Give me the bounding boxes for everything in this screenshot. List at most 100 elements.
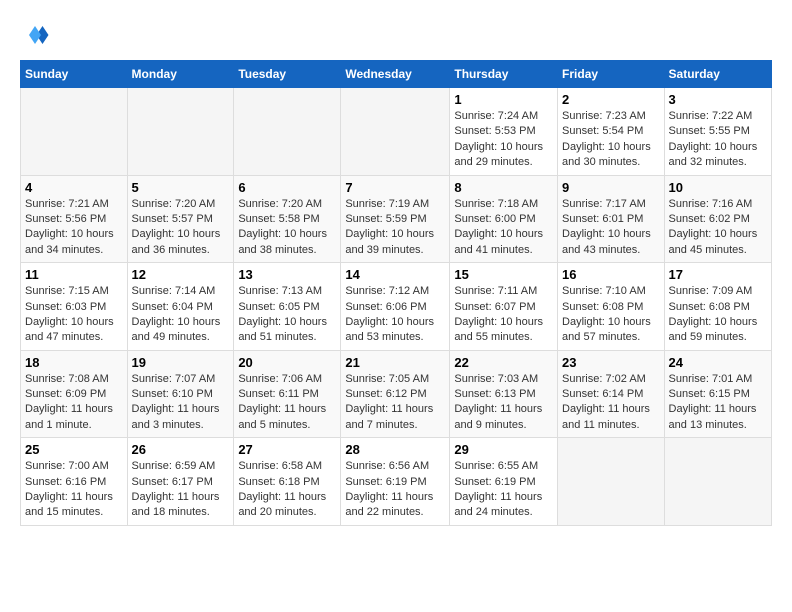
day-number: 5 <box>132 180 230 195</box>
day-cell: 23 Sunrise: 7:02 AMSunset: 6:14 PMDayligh… <box>558 350 665 438</box>
logo-icon <box>20 20 50 50</box>
day-info: Sunrise: 6:59 AMSunset: 6:17 PMDaylight:… <box>132 459 230 521</box>
day-number: 27 <box>238 442 336 457</box>
day-cell <box>234 88 341 176</box>
day-number: 6 <box>238 180 336 195</box>
day-cell <box>558 438 665 526</box>
week-row-4: 18 Sunrise: 7:08 AMSunset: 6:09 PMDayligh… <box>21 350 772 438</box>
column-header-thursday: Thursday <box>450 61 558 88</box>
week-row-2: 4 Sunrise: 7:21 AMSunset: 5:56 PMDaylight… <box>21 175 772 263</box>
day-number: 19 <box>132 355 230 370</box>
day-number: 25 <box>25 442 123 457</box>
day-info: Sunrise: 7:05 AMSunset: 6:12 PMDaylight:… <box>345 372 445 434</box>
day-cell: 20Sunrise: 7:06 AMSunset: 6:11 PMDayligh… <box>234 350 341 438</box>
day-info: Sunrise: 7:23 AMSunset: 5:54 PMDaylight:… <box>562 109 660 171</box>
day-cell: 25 Sunrise: 7:00 AMSunset: 6:16 PMDayligh… <box>21 438 128 526</box>
day-info: Sunrise: 7:19 AMSunset: 5:59 PMDaylight:… <box>345 197 445 259</box>
column-header-monday: Monday <box>127 61 234 88</box>
day-number: 17 <box>669 267 767 282</box>
day-info: Sunrise: 7:21 AMSunset: 5:56 PMDaylight:… <box>25 197 123 259</box>
day-info: Sunrise: 7:14 AMSunset: 6:04 PMDaylight:… <box>132 284 230 346</box>
day-info: Sunrise: 6:56 AMSunset: 6:19 PMDaylight:… <box>345 459 445 521</box>
day-cell: 18 Sunrise: 7:08 AMSunset: 6:09 PMDayligh… <box>21 350 128 438</box>
day-number: 16 <box>562 267 660 282</box>
calendar-table: SundayMondayTuesdayWednesdayThursdayFrid… <box>20 60 772 526</box>
calendar-header-row: SundayMondayTuesdayWednesdayThursdayFrid… <box>21 61 772 88</box>
day-number: 11 <box>25 267 123 282</box>
day-number: 9 <box>562 180 660 195</box>
day-info: Sunrise: 7:00 AMSunset: 6:16 PMDaylight:… <box>25 459 123 521</box>
day-number: 14 <box>345 267 445 282</box>
day-cell: 13 Sunrise: 7:13 AMSunset: 6:05 PMDayligh… <box>234 263 341 351</box>
day-cell: 21 Sunrise: 7:05 AMSunset: 6:12 PMDayligh… <box>341 350 450 438</box>
day-cell: 6 Sunrise: 7:20 AMSunset: 5:58 PMDaylight… <box>234 175 341 263</box>
day-cell: 12 Sunrise: 7:14 AMSunset: 6:04 PMDayligh… <box>127 263 234 351</box>
day-info: Sunrise: 7:15 AMSunset: 6:03 PMDaylight:… <box>25 284 123 346</box>
week-row-3: 11 Sunrise: 7:15 AMSunset: 6:03 PMDayligh… <box>21 263 772 351</box>
day-cell: 17 Sunrise: 7:09 AMSunset: 6:08 PMDayligh… <box>664 263 771 351</box>
day-info: Sunrise: 7:03 AMSunset: 6:13 PMDaylight:… <box>454 372 553 434</box>
day-number: 4 <box>25 180 123 195</box>
day-cell: 9 Sunrise: 7:17 AMSunset: 6:01 PMDaylight… <box>558 175 665 263</box>
day-number: 29 <box>454 442 553 457</box>
day-cell: 1 Sunrise: 7:24 AMSunset: 5:53 PMDaylight… <box>450 88 558 176</box>
day-info: Sunrise: 7:24 AMSunset: 5:53 PMDaylight:… <box>454 109 553 171</box>
week-row-5: 25 Sunrise: 7:00 AMSunset: 6:16 PMDayligh… <box>21 438 772 526</box>
day-cell: 28 Sunrise: 6:56 AMSunset: 6:19 PMDayligh… <box>341 438 450 526</box>
day-info: Sunrise: 6:58 AMSunset: 6:18 PMDaylight:… <box>238 459 336 521</box>
day-cell: 26 Sunrise: 6:59 AMSunset: 6:17 PMDayligh… <box>127 438 234 526</box>
column-header-tuesday: Tuesday <box>234 61 341 88</box>
week-row-1: 1 Sunrise: 7:24 AMSunset: 5:53 PMDaylight… <box>21 88 772 176</box>
day-number: 23 <box>562 355 660 370</box>
day-info: Sunrise: 7:07 AMSunset: 6:10 PMDaylight:… <box>132 372 230 434</box>
day-number: 21 <box>345 355 445 370</box>
day-cell <box>341 88 450 176</box>
day-info: Sunrise: 6:55 AMSunset: 6:19 PMDaylight:… <box>454 459 553 521</box>
day-cell <box>127 88 234 176</box>
day-info: Sunrise: 7:06 AMSunset: 6:11 PMDaylight:… <box>238 372 336 434</box>
day-cell: 22 Sunrise: 7:03 AMSunset: 6:13 PMDayligh… <box>450 350 558 438</box>
day-cell: 5 Sunrise: 7:20 AMSunset: 5:57 PMDaylight… <box>127 175 234 263</box>
day-info: Sunrise: 7:20 AMSunset: 5:57 PMDaylight:… <box>132 197 230 259</box>
day-info: Sunrise: 7:10 AMSunset: 6:08 PMDaylight:… <box>562 284 660 346</box>
day-info: Sunrise: 7:17 AMSunset: 6:01 PMDaylight:… <box>562 197 660 259</box>
day-number: 7 <box>345 180 445 195</box>
day-info: Sunrise: 7:16 AMSunset: 6:02 PMDaylight:… <box>669 197 767 259</box>
day-info: Sunrise: 7:08 AMSunset: 6:09 PMDaylight:… <box>25 372 123 434</box>
day-number: 13 <box>238 267 336 282</box>
day-number: 18 <box>25 355 123 370</box>
day-info: Sunrise: 7:18 AMSunset: 6:00 PMDaylight:… <box>454 197 553 259</box>
day-number: 1 <box>454 92 553 107</box>
header <box>20 20 772 50</box>
day-number: 8 <box>454 180 553 195</box>
day-number: 12 <box>132 267 230 282</box>
day-cell: 7 Sunrise: 7:19 AMSunset: 5:59 PMDaylight… <box>341 175 450 263</box>
day-cell: 27 Sunrise: 6:58 AMSunset: 6:18 PMDayligh… <box>234 438 341 526</box>
day-info: Sunrise: 7:12 AMSunset: 6:06 PMDaylight:… <box>345 284 445 346</box>
day-cell: 11 Sunrise: 7:15 AMSunset: 6:03 PMDayligh… <box>21 263 128 351</box>
day-number: 26 <box>132 442 230 457</box>
day-number: 2 <box>562 92 660 107</box>
day-info: Sunrise: 7:22 AMSunset: 5:55 PMDaylight:… <box>669 109 767 171</box>
day-info: Sunrise: 7:13 AMSunset: 6:05 PMDaylight:… <box>238 284 336 346</box>
day-number: 10 <box>669 180 767 195</box>
logo <box>20 20 54 50</box>
day-info: Sunrise: 7:11 AMSunset: 6:07 PMDaylight:… <box>454 284 553 346</box>
day-number: 15 <box>454 267 553 282</box>
day-cell: 4 Sunrise: 7:21 AMSunset: 5:56 PMDaylight… <box>21 175 128 263</box>
day-info: Sunrise: 7:09 AMSunset: 6:08 PMDaylight:… <box>669 284 767 346</box>
day-number: 28 <box>345 442 445 457</box>
day-number: 24 <box>669 355 767 370</box>
day-info: Sunrise: 7:20 AMSunset: 5:58 PMDaylight:… <box>238 197 336 259</box>
day-number: 22 <box>454 355 553 370</box>
day-cell <box>21 88 128 176</box>
column-header-saturday: Saturday <box>664 61 771 88</box>
day-cell: 8 Sunrise: 7:18 AMSunset: 6:00 PMDaylight… <box>450 175 558 263</box>
day-info: Sunrise: 7:01 AMSunset: 6:15 PMDaylight:… <box>669 372 767 434</box>
column-header-friday: Friday <box>558 61 665 88</box>
day-number: 3 <box>669 92 767 107</box>
day-cell: 2 Sunrise: 7:23 AMSunset: 5:54 PMDaylight… <box>558 88 665 176</box>
day-cell: 24 Sunrise: 7:01 AMSunset: 6:15 PMDayligh… <box>664 350 771 438</box>
day-info: Sunrise: 7:02 AMSunset: 6:14 PMDaylight:… <box>562 372 660 434</box>
column-header-wednesday: Wednesday <box>341 61 450 88</box>
